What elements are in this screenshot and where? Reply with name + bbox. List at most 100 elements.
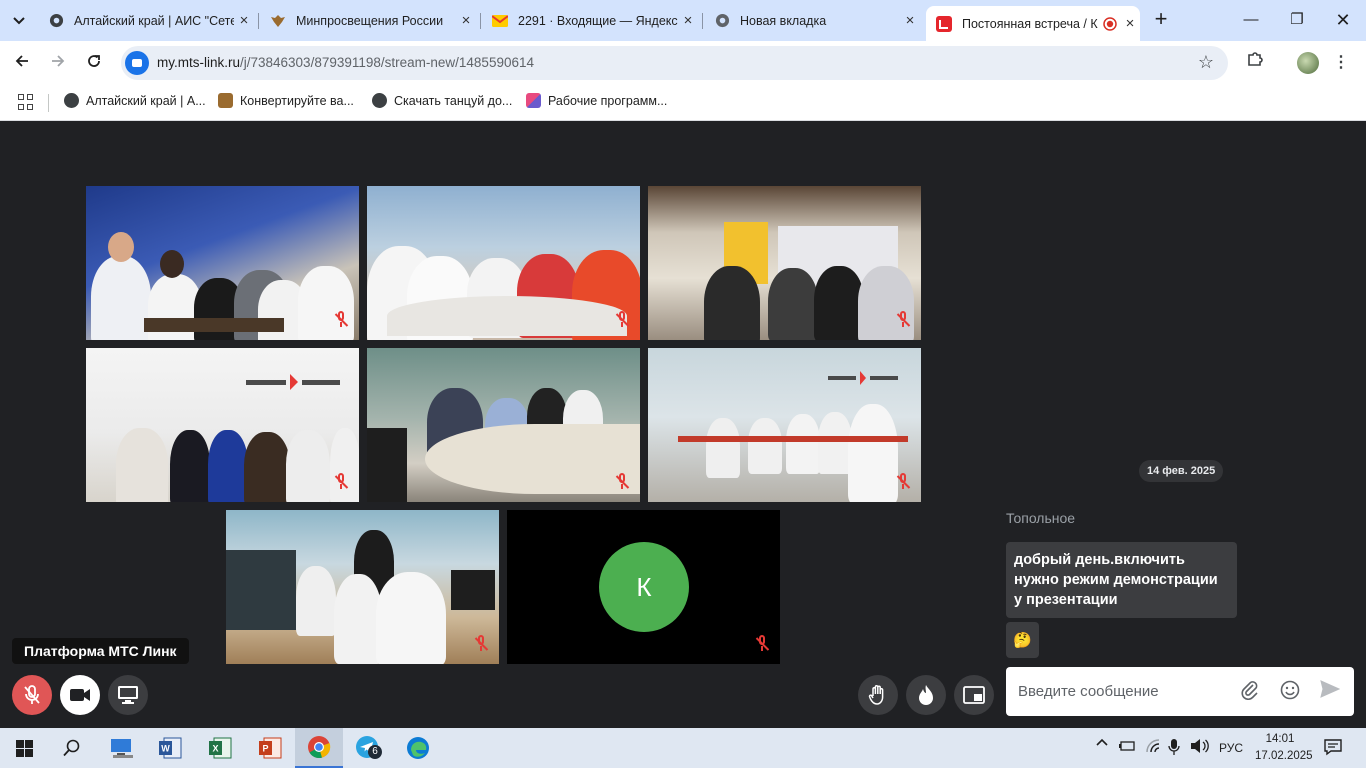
language-indicator[interactable]: РУС — [1219, 741, 1243, 755]
mic-toggle-button[interactable] — [12, 675, 52, 715]
taskbar-app-chrome[interactable] — [295, 728, 343, 768]
chat-date-chip: 14 фев. 2025 — [1139, 460, 1224, 482]
close-window-button[interactable]: ✕ — [1320, 6, 1366, 34]
profile-avatar[interactable] — [1297, 52, 1319, 74]
taskbar-app-word[interactable]: W — [146, 728, 194, 768]
globe-icon — [48, 13, 64, 29]
bookmarks-bar: Алтайский край | А... Конвертируйте ва..… — [0, 85, 1366, 121]
camera-toggle-button[interactable] — [60, 675, 100, 715]
clock-date: 17.02.2025 — [1255, 750, 1313, 762]
mic-off-icon — [755, 635, 770, 653]
close-tab-icon[interactable]: × — [234, 12, 254, 29]
close-tab-icon[interactable]: × — [1120, 15, 1140, 32]
tab-new[interactable]: Новая вкладка × — [704, 6, 920, 35]
svg-text:W: W — [161, 744, 170, 754]
bookmark-programs[interactable]: Рабочие программ... — [526, 93, 667, 108]
chrome-icon — [308, 736, 331, 759]
url-path: /j/73846303/879391198/stream-new/1485590… — [240, 55, 534, 70]
tray-expand-icon[interactable] — [1096, 737, 1108, 752]
menu-icon[interactable]: ⋮ — [1333, 49, 1349, 77]
video-tile[interactable] — [648, 186, 921, 340]
bookmark-label: Алтайский край | А... — [86, 93, 206, 108]
tab-strip: Алтайский край | АИС "Сетевой × Минпросв… — [0, 0, 1366, 41]
search-button[interactable] — [48, 728, 96, 768]
computer-icon — [111, 739, 133, 758]
mail-icon — [492, 13, 508, 29]
layout-button[interactable] — [954, 675, 994, 715]
chat-message-input[interactable] — [1018, 679, 1238, 703]
address-bar[interactable]: my.mts-link.ru/j/73846303/879391198/stre… — [121, 46, 1228, 80]
close-tab-icon[interactable]: × — [900, 12, 920, 29]
tab-divider — [702, 13, 703, 29]
monitor — [451, 570, 495, 610]
participant-figure — [286, 430, 330, 502]
screen-share-button[interactable] — [108, 675, 148, 715]
bookmark-label: Конвертируйте ва... — [240, 93, 354, 108]
powerpoint-icon: P — [259, 737, 282, 759]
tab-ais[interactable]: Алтайский край | АИС "Сетевой × — [38, 6, 254, 35]
paperclip-icon[interactable] — [1238, 680, 1262, 704]
video-tile[interactable] — [226, 510, 499, 664]
chevron-down-icon — [13, 17, 25, 25]
participant-figure — [208, 430, 248, 502]
participant-figure — [296, 566, 336, 636]
video-tile[interactable] — [86, 186, 359, 340]
forward-button[interactable] — [44, 49, 72, 77]
bookmark-convert[interactable]: Конвертируйте ва... — [218, 93, 354, 108]
reload-button[interactable] — [80, 49, 108, 77]
reactions-button[interactable] — [906, 675, 946, 715]
chat-reaction[interactable]: 🤔 — [1006, 622, 1039, 658]
bookmark-altai[interactable]: Алтайский край | А... — [64, 93, 206, 108]
apps-grid-icon[interactable] — [18, 94, 34, 110]
system-clock[interactable]: 14:01 17.02.2025 — [1255, 731, 1313, 765]
taskbar-app-telegram[interactable]: 6 — [344, 728, 392, 768]
wifi-icon[interactable] — [1145, 738, 1161, 757]
minimize-button[interactable]: — — [1228, 6, 1274, 34]
tab-title: Новая вкладка — [740, 13, 827, 28]
raise-hand-button[interactable] — [858, 675, 898, 715]
start-button[interactable] — [0, 728, 48, 768]
video-tile-no-camera[interactable]: К — [507, 510, 780, 664]
battery-icon[interactable] — [1118, 739, 1136, 756]
tab-search-button[interactable] — [6, 8, 32, 34]
taskbar-app-edge[interactable] — [394, 728, 442, 768]
tab-meeting[interactable]: Постоянная встреча / К × — [926, 6, 1140, 41]
participant-figure — [334, 574, 382, 664]
hand-icon — [868, 685, 884, 705]
svg-text:P: P — [262, 744, 268, 754]
camera-site-icon[interactable] — [125, 51, 149, 75]
send-icon[interactable] — [1318, 680, 1342, 704]
video-tile[interactable] — [648, 348, 921, 502]
bookmark-dance[interactable]: Скачать танцуй до... — [372, 93, 512, 108]
mic-off-icon — [615, 473, 630, 491]
notifications-icon[interactable] — [1324, 738, 1342, 759]
taskbar-app-desktop[interactable] — [98, 728, 146, 768]
video-tile[interactable] — [367, 186, 640, 340]
monitor-icon — [118, 686, 138, 704]
volume-icon[interactable] — [1190, 738, 1210, 757]
video-tile[interactable] — [86, 348, 359, 502]
close-tab-icon[interactable]: × — [678, 12, 698, 29]
microphone-icon[interactable] — [1168, 738, 1180, 759]
bookmarks-divider — [48, 94, 49, 112]
tab-title: Постоянная встреча / К — [962, 16, 1098, 31]
back-button[interactable] — [8, 49, 36, 77]
svg-text:X: X — [212, 744, 218, 754]
tab-yandex-mail[interactable]: 2291 · Входящие — Яндекс × — [482, 6, 698, 35]
taskbar-app-powerpoint[interactable]: P — [246, 728, 294, 768]
emoji-icon[interactable] — [1278, 680, 1302, 704]
search-icon — [63, 739, 80, 757]
restore-button[interactable]: ❐ — [1274, 6, 1320, 34]
participant-figure — [704, 266, 760, 340]
bookmark-star-icon[interactable]: ☆ — [1198, 52, 1214, 73]
participant-figure — [768, 268, 818, 340]
tab-minpros[interactable]: Минпросвещения России × — [260, 6, 476, 35]
taskbar-app-excel[interactable]: X — [196, 728, 244, 768]
extensions-icon[interactable] — [1243, 49, 1267, 77]
video-tile[interactable] — [367, 348, 640, 502]
participant-figure — [706, 418, 740, 478]
close-tab-icon[interactable]: × — [456, 12, 476, 29]
mic-off-icon — [615, 311, 630, 329]
doc-icon — [526, 93, 541, 108]
new-tab-button[interactable]: + — [1150, 7, 1172, 33]
